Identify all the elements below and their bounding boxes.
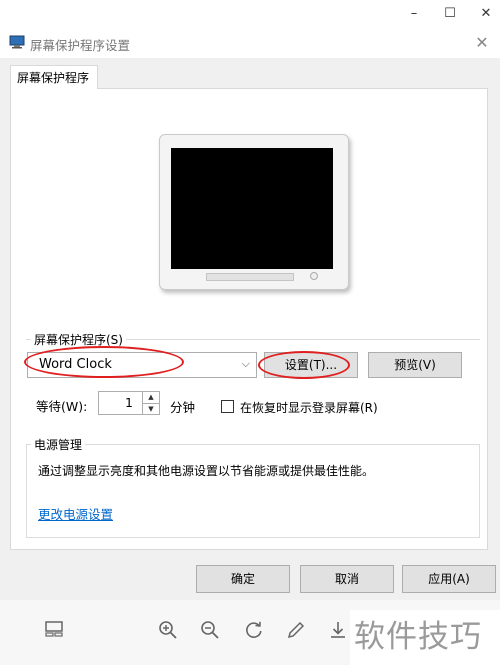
stepper-buttons: ▲ ▼ [142, 392, 159, 414]
screensaver-group-label: 屏幕保护程序(S) [31, 331, 126, 348]
outer-window-titlebar: – ☐ ✕ [0, 0, 500, 28]
preview-button[interactable]: 预览(V) [368, 352, 462, 378]
zoom-out-icon[interactable] [198, 620, 222, 644]
power-description: 通过调整显示亮度和其他电源设置以节省能源或提供最佳性能。 [38, 464, 375, 478]
settings-button[interactable]: 设置(T)... [264, 352, 358, 378]
zoom-in-icon[interactable] [156, 620, 180, 644]
apply-button[interactable]: 应用(A) [402, 565, 496, 593]
monitor-power-dot [310, 272, 318, 280]
watermark-text: 软件技巧 [350, 610, 500, 665]
cancel-button[interactable]: 取消 [300, 565, 394, 593]
minimize-button[interactable]: – [396, 0, 432, 28]
layout-icon[interactable] [42, 620, 66, 644]
monitor-app-icon [9, 35, 25, 49]
wait-minutes-stepper[interactable]: 1 ▲ ▼ [98, 391, 160, 415]
screensaver-selected-value: Word Clock [39, 357, 112, 372]
wait-minutes-value: 1 [125, 395, 133, 410]
tab-screensaver[interactable]: 屏幕保护程序 [10, 65, 98, 89]
chevron-down-icon: ⌵ [241, 357, 250, 370]
monitor-base [206, 273, 294, 281]
dialog-close-button[interactable]: ✕ [470, 30, 494, 56]
rotate-icon[interactable] [242, 620, 266, 644]
preview-screen [171, 148, 333, 269]
resume-login-checkbox[interactable] [221, 400, 234, 413]
ok-button[interactable]: 确定 [196, 565, 290, 593]
close-window-button[interactable]: ✕ [468, 0, 500, 28]
maximize-button[interactable]: ☐ [432, 0, 468, 28]
power-group-label: 电源管理 [31, 436, 86, 453]
download-icon[interactable] [326, 620, 350, 644]
change-power-settings-link[interactable]: 更改电源设置 [38, 504, 113, 523]
dialog-title: 屏幕保护程序设置 [30, 38, 131, 53]
stepper-down-icon[interactable]: ▼ [143, 404, 159, 415]
power-group [26, 444, 480, 538]
resume-login-label: 在恢复时显示登录屏幕(R) [240, 401, 378, 415]
dialog-titlebar: 屏幕保护程序设置 ✕ [0, 28, 500, 58]
stepper-up-icon[interactable]: ▲ [143, 392, 159, 404]
edit-icon[interactable] [284, 620, 308, 644]
monitor-preview [159, 134, 349, 290]
screensaver-select[interactable]: Word Clock ⌵ [27, 352, 257, 378]
wait-label: 等待(W): [36, 399, 88, 414]
wait-unit-label: 分钟 [170, 400, 196, 415]
